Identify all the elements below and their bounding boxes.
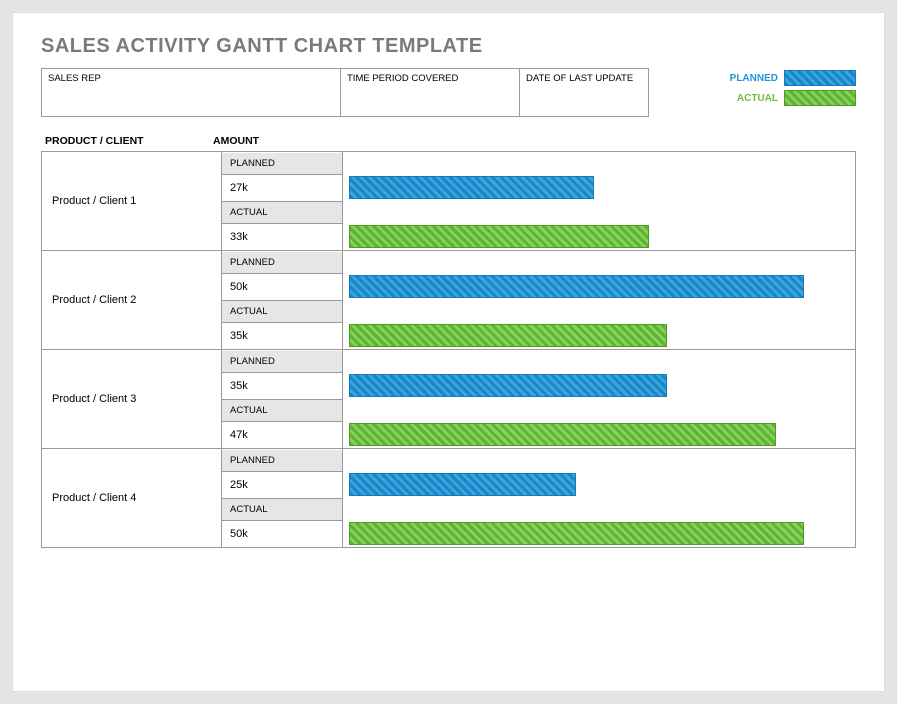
amount-actual-label: ACTUAL xyxy=(222,399,342,422)
legend: PLANNED ACTUAL xyxy=(730,68,856,106)
amount-cell: PLANNED35kACTUAL47k xyxy=(222,350,343,449)
amount-planned-value: 25k xyxy=(222,472,342,498)
bar-planned xyxy=(349,473,576,496)
amount-planned-label: PLANNED xyxy=(222,252,342,274)
amount-cell: PLANNED50kACTUAL35k xyxy=(222,251,343,350)
amount-actual-label: ACTUAL xyxy=(222,300,342,323)
amount-planned-value: 27k xyxy=(222,175,342,201)
meta-boxes: SALES REP TIME PERIOD COVERED DATE OF LA… xyxy=(41,68,649,117)
legend-planned-swatch xyxy=(784,70,856,86)
amount-actual-value: 35k xyxy=(222,323,342,349)
meta-time-period: TIME PERIOD COVERED xyxy=(341,69,520,116)
col-header-product: PRODUCT / CLIENT xyxy=(41,135,213,147)
table-row: Product / Client 4PLANNED25kACTUAL50k xyxy=(42,449,856,548)
product-cell: Product / Client 1 xyxy=(42,152,222,251)
bar-planned xyxy=(349,374,667,397)
amount-planned-value: 50k xyxy=(222,274,342,300)
bar-actual xyxy=(349,522,804,545)
meta-sales-rep-label: SALES REP xyxy=(42,69,340,86)
product-cell: Product / Client 4 xyxy=(42,449,222,548)
amount-actual-label: ACTUAL xyxy=(222,201,342,224)
product-cell: Product / Client 2 xyxy=(42,251,222,350)
gantt-table-wrap: PRODUCT / CLIENT AMOUNT Product / Client… xyxy=(41,135,856,548)
bar-planned xyxy=(349,176,594,199)
bar-actual xyxy=(349,423,776,446)
amount-actual-value: 33k xyxy=(222,224,342,250)
chart-cell xyxy=(343,152,856,251)
table-row: Product / Client 3PLANNED35kACTUAL47k xyxy=(42,350,856,449)
meta-last-update-label: DATE OF LAST UPDATE xyxy=(520,69,648,86)
meta-row: SALES REP TIME PERIOD COVERED DATE OF LA… xyxy=(41,68,856,117)
meta-time-period-label: TIME PERIOD COVERED xyxy=(341,69,519,86)
page: SALES ACTIVITY GANTT CHART TEMPLATE SALE… xyxy=(12,12,885,692)
col-header-amount: AMOUNT xyxy=(213,135,333,147)
amount-actual-value: 47k xyxy=(222,422,342,448)
legend-actual: ACTUAL xyxy=(730,90,856,106)
sales-rep-input[interactable] xyxy=(42,86,340,116)
table-row: Product / Client 2PLANNED50kACTUAL35k xyxy=(42,251,856,350)
bar-planned xyxy=(349,275,804,298)
table-row: Product / Client 1PLANNED27kACTUAL33k xyxy=(42,152,856,251)
meta-last-update: DATE OF LAST UPDATE xyxy=(520,69,648,116)
legend-planned: PLANNED xyxy=(730,70,856,86)
amount-planned-label: PLANNED xyxy=(222,450,342,472)
amount-planned-value: 35k xyxy=(222,373,342,399)
chart-cell xyxy=(343,350,856,449)
amount-actual-label: ACTUAL xyxy=(222,498,342,521)
amount-cell: PLANNED27kACTUAL33k xyxy=(222,152,343,251)
legend-actual-label: ACTUAL xyxy=(737,93,778,104)
column-headers: PRODUCT / CLIENT AMOUNT xyxy=(41,135,856,147)
product-cell: Product / Client 3 xyxy=(42,350,222,449)
page-title: SALES ACTIVITY GANTT CHART TEMPLATE xyxy=(41,35,856,58)
last-update-input[interactable] xyxy=(520,86,648,116)
meta-sales-rep: SALES REP xyxy=(42,69,341,116)
amount-cell: PLANNED25kACTUAL50k xyxy=(222,449,343,548)
amount-planned-label: PLANNED xyxy=(222,351,342,373)
legend-actual-swatch xyxy=(784,90,856,106)
chart-cell xyxy=(343,449,856,548)
chart-cell xyxy=(343,251,856,350)
legend-planned-label: PLANNED xyxy=(730,73,778,84)
amount-actual-value: 50k xyxy=(222,521,342,547)
time-period-input[interactable] xyxy=(341,86,519,116)
gantt-table: Product / Client 1PLANNED27kACTUAL33kPro… xyxy=(41,151,856,548)
amount-planned-label: PLANNED xyxy=(222,153,342,175)
bar-actual xyxy=(349,324,667,347)
bar-actual xyxy=(349,225,649,248)
